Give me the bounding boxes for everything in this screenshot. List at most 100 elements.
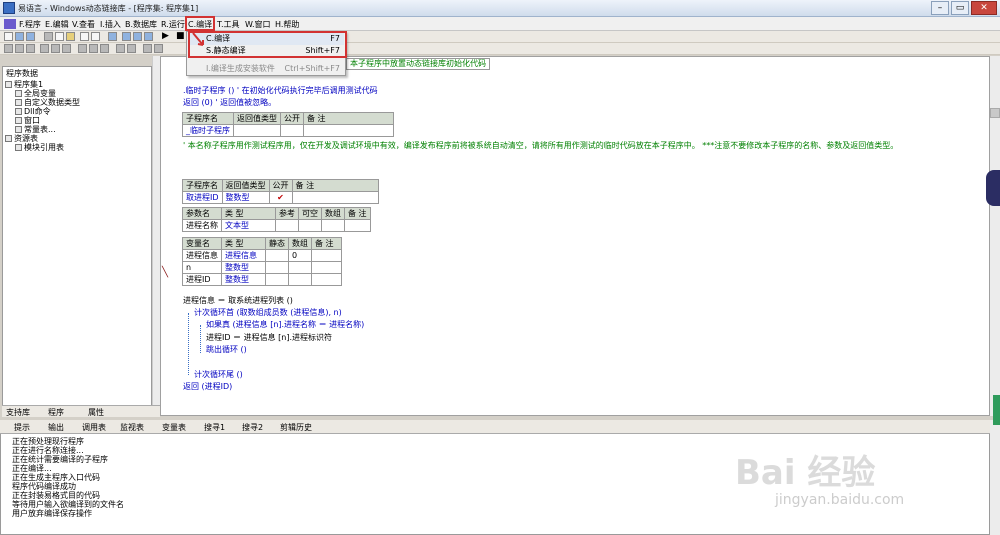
td[interactable]: n	[182, 261, 222, 274]
undo-icon[interactable]	[80, 32, 89, 41]
td[interactable]	[291, 191, 379, 204]
tab-variables[interactable]: 变量表	[162, 422, 186, 433]
save-icon[interactable]	[26, 32, 35, 41]
output-scrollbar[interactable]	[990, 420, 1000, 535]
td[interactable]: 进程ID	[182, 273, 222, 286]
return-zero-line[interactable]: 返回 (0) ' 返回值被忽略。	[183, 98, 276, 108]
run-icon[interactable]: ▶	[162, 32, 171, 41]
code-line[interactable]: 计次循环首 (取数组成员数 (进程信息), n)	[194, 308, 342, 318]
window-icon[interactable]	[108, 32, 117, 41]
td[interactable]	[280, 124, 304, 137]
vspace-icon[interactable]	[127, 44, 136, 53]
code-line[interactable]: 计次循环尾 ()	[194, 370, 243, 380]
same-size-icon[interactable]	[100, 44, 109, 53]
cut-icon[interactable]	[44, 32, 53, 41]
maximize-button[interactable]: ▭	[951, 1, 969, 15]
hspace-icon[interactable]	[116, 44, 125, 53]
paste-icon[interactable]	[66, 32, 75, 41]
align-right-icon[interactable]	[26, 44, 35, 53]
td[interactable]: 进程信息	[221, 249, 266, 262]
tab-search2[interactable]: 搜寻2	[242, 422, 263, 433]
layout2-icon[interactable]	[133, 32, 142, 41]
align-bottom-icon[interactable]	[62, 44, 71, 53]
center-v-icon[interactable]	[154, 44, 163, 53]
editor-scroll-thumb[interactable]	[990, 108, 1000, 118]
public-check-icon[interactable]: ✔	[268, 191, 293, 204]
align-left-icon[interactable]	[4, 44, 13, 53]
td[interactable]	[298, 219, 322, 232]
tab-search1[interactable]: 搜寻1	[204, 422, 225, 433]
breakpoint-marker-icon[interactable]: ╲	[162, 267, 170, 278]
td[interactable]	[265, 273, 289, 286]
tab-program[interactable]: 程序	[48, 407, 64, 418]
td[interactable]: 进程名称	[182, 219, 222, 232]
code-line[interactable]: 返回 (进程ID)	[183, 382, 232, 392]
menu-edit[interactable]: E.编辑	[45, 19, 69, 30]
app-menu-icon[interactable]	[4, 19, 16, 29]
menu-tools[interactable]: T.工具	[217, 19, 239, 30]
toolbar-standard: ▶ ■	[0, 31, 1000, 43]
td[interactable]	[233, 124, 281, 137]
stop-icon[interactable]: ■	[176, 32, 185, 41]
layout-icon[interactable]	[122, 32, 131, 41]
menu-run[interactable]: R.运行	[161, 19, 185, 30]
menu-view[interactable]: V.查看	[72, 19, 95, 30]
menu-program[interactable]: F.程序	[19, 19, 41, 30]
td[interactable]	[265, 261, 289, 274]
center-h-icon[interactable]	[143, 44, 152, 53]
tab-hints[interactable]: 提示	[14, 422, 30, 433]
code-editor[interactable]	[160, 56, 990, 416]
td[interactable]: 整数型	[221, 273, 266, 286]
td[interactable]: 取进程ID	[182, 191, 223, 204]
new-file-icon[interactable]	[4, 32, 13, 41]
td[interactable]	[311, 261, 342, 274]
code-line[interactable]: 进程ID ＝ 进程信息 [n].进程标识符	[206, 333, 332, 343]
side-strip[interactable]	[993, 395, 1000, 425]
redo-icon[interactable]	[91, 32, 100, 41]
td[interactable]: 进程信息	[182, 249, 222, 262]
td[interactable]	[344, 219, 371, 232]
code-line[interactable]: 跳出循环 ()	[206, 345, 247, 355]
td[interactable]: 整数型	[221, 261, 266, 274]
align-center-icon[interactable]	[15, 44, 24, 53]
td[interactable]: _临时子程序	[182, 124, 234, 137]
td[interactable]	[311, 249, 342, 262]
param-table: 参数名类 型参考 可空 数组备 注 进程名称 文本型	[182, 207, 371, 232]
layout3-icon[interactable]	[144, 32, 153, 41]
menu-item-build-installer[interactable]: I.编译生成安装软件 Ctrl+Shift+F7	[189, 63, 344, 75]
td[interactable]: 0	[288, 249, 312, 262]
menu-window[interactable]: W.窗口	[245, 19, 271, 30]
td[interactable]	[321, 219, 345, 232]
tree-item-modules[interactable]: 模块引用表	[15, 142, 64, 153]
td[interactable]	[265, 249, 289, 262]
left-scrollbar[interactable]	[152, 56, 160, 406]
td[interactable]	[311, 273, 342, 286]
td[interactable]: 整数型	[221, 191, 270, 204]
copy-icon[interactable]	[55, 32, 64, 41]
menu-insert[interactable]: I.插入	[100, 19, 121, 30]
tab-call-table[interactable]: 调用表	[82, 422, 106, 433]
temp-sub-line[interactable]: .临时子程序 () ' 在初始化代码执行完毕后调用测试代码	[183, 86, 378, 96]
align-middle-icon[interactable]	[51, 44, 60, 53]
menu-database[interactable]: B.数据库	[125, 19, 157, 30]
same-width-icon[interactable]	[78, 44, 87, 53]
tab-properties[interactable]: 属性	[88, 407, 104, 418]
minimize-button[interactable]: –	[931, 1, 949, 15]
menu-help[interactable]: H.帮助	[275, 19, 299, 30]
tab-clip-history[interactable]: 剪辑历史	[280, 422, 312, 433]
floating-widget[interactable]	[986, 170, 1000, 206]
td[interactable]	[303, 124, 394, 137]
close-button[interactable]: ✕	[971, 1, 997, 15]
tab-watch[interactable]: 监视表	[120, 422, 144, 433]
td[interactable]	[288, 261, 312, 274]
same-height-icon[interactable]	[89, 44, 98, 53]
tab-output[interactable]: 输出	[48, 422, 64, 433]
td[interactable]	[288, 273, 312, 286]
code-line[interactable]: 如果真 (进程信息 [n].进程名称 ＝ 进程名称)	[206, 320, 364, 330]
code-line[interactable]: 进程信息 ＝ 取系统进程列表 ()	[183, 296, 293, 306]
open-icon[interactable]	[15, 32, 24, 41]
tab-support-lib[interactable]: 支持库	[6, 407, 30, 418]
td[interactable]	[275, 219, 299, 232]
td[interactable]: 文本型	[221, 219, 276, 232]
align-top-icon[interactable]	[40, 44, 49, 53]
